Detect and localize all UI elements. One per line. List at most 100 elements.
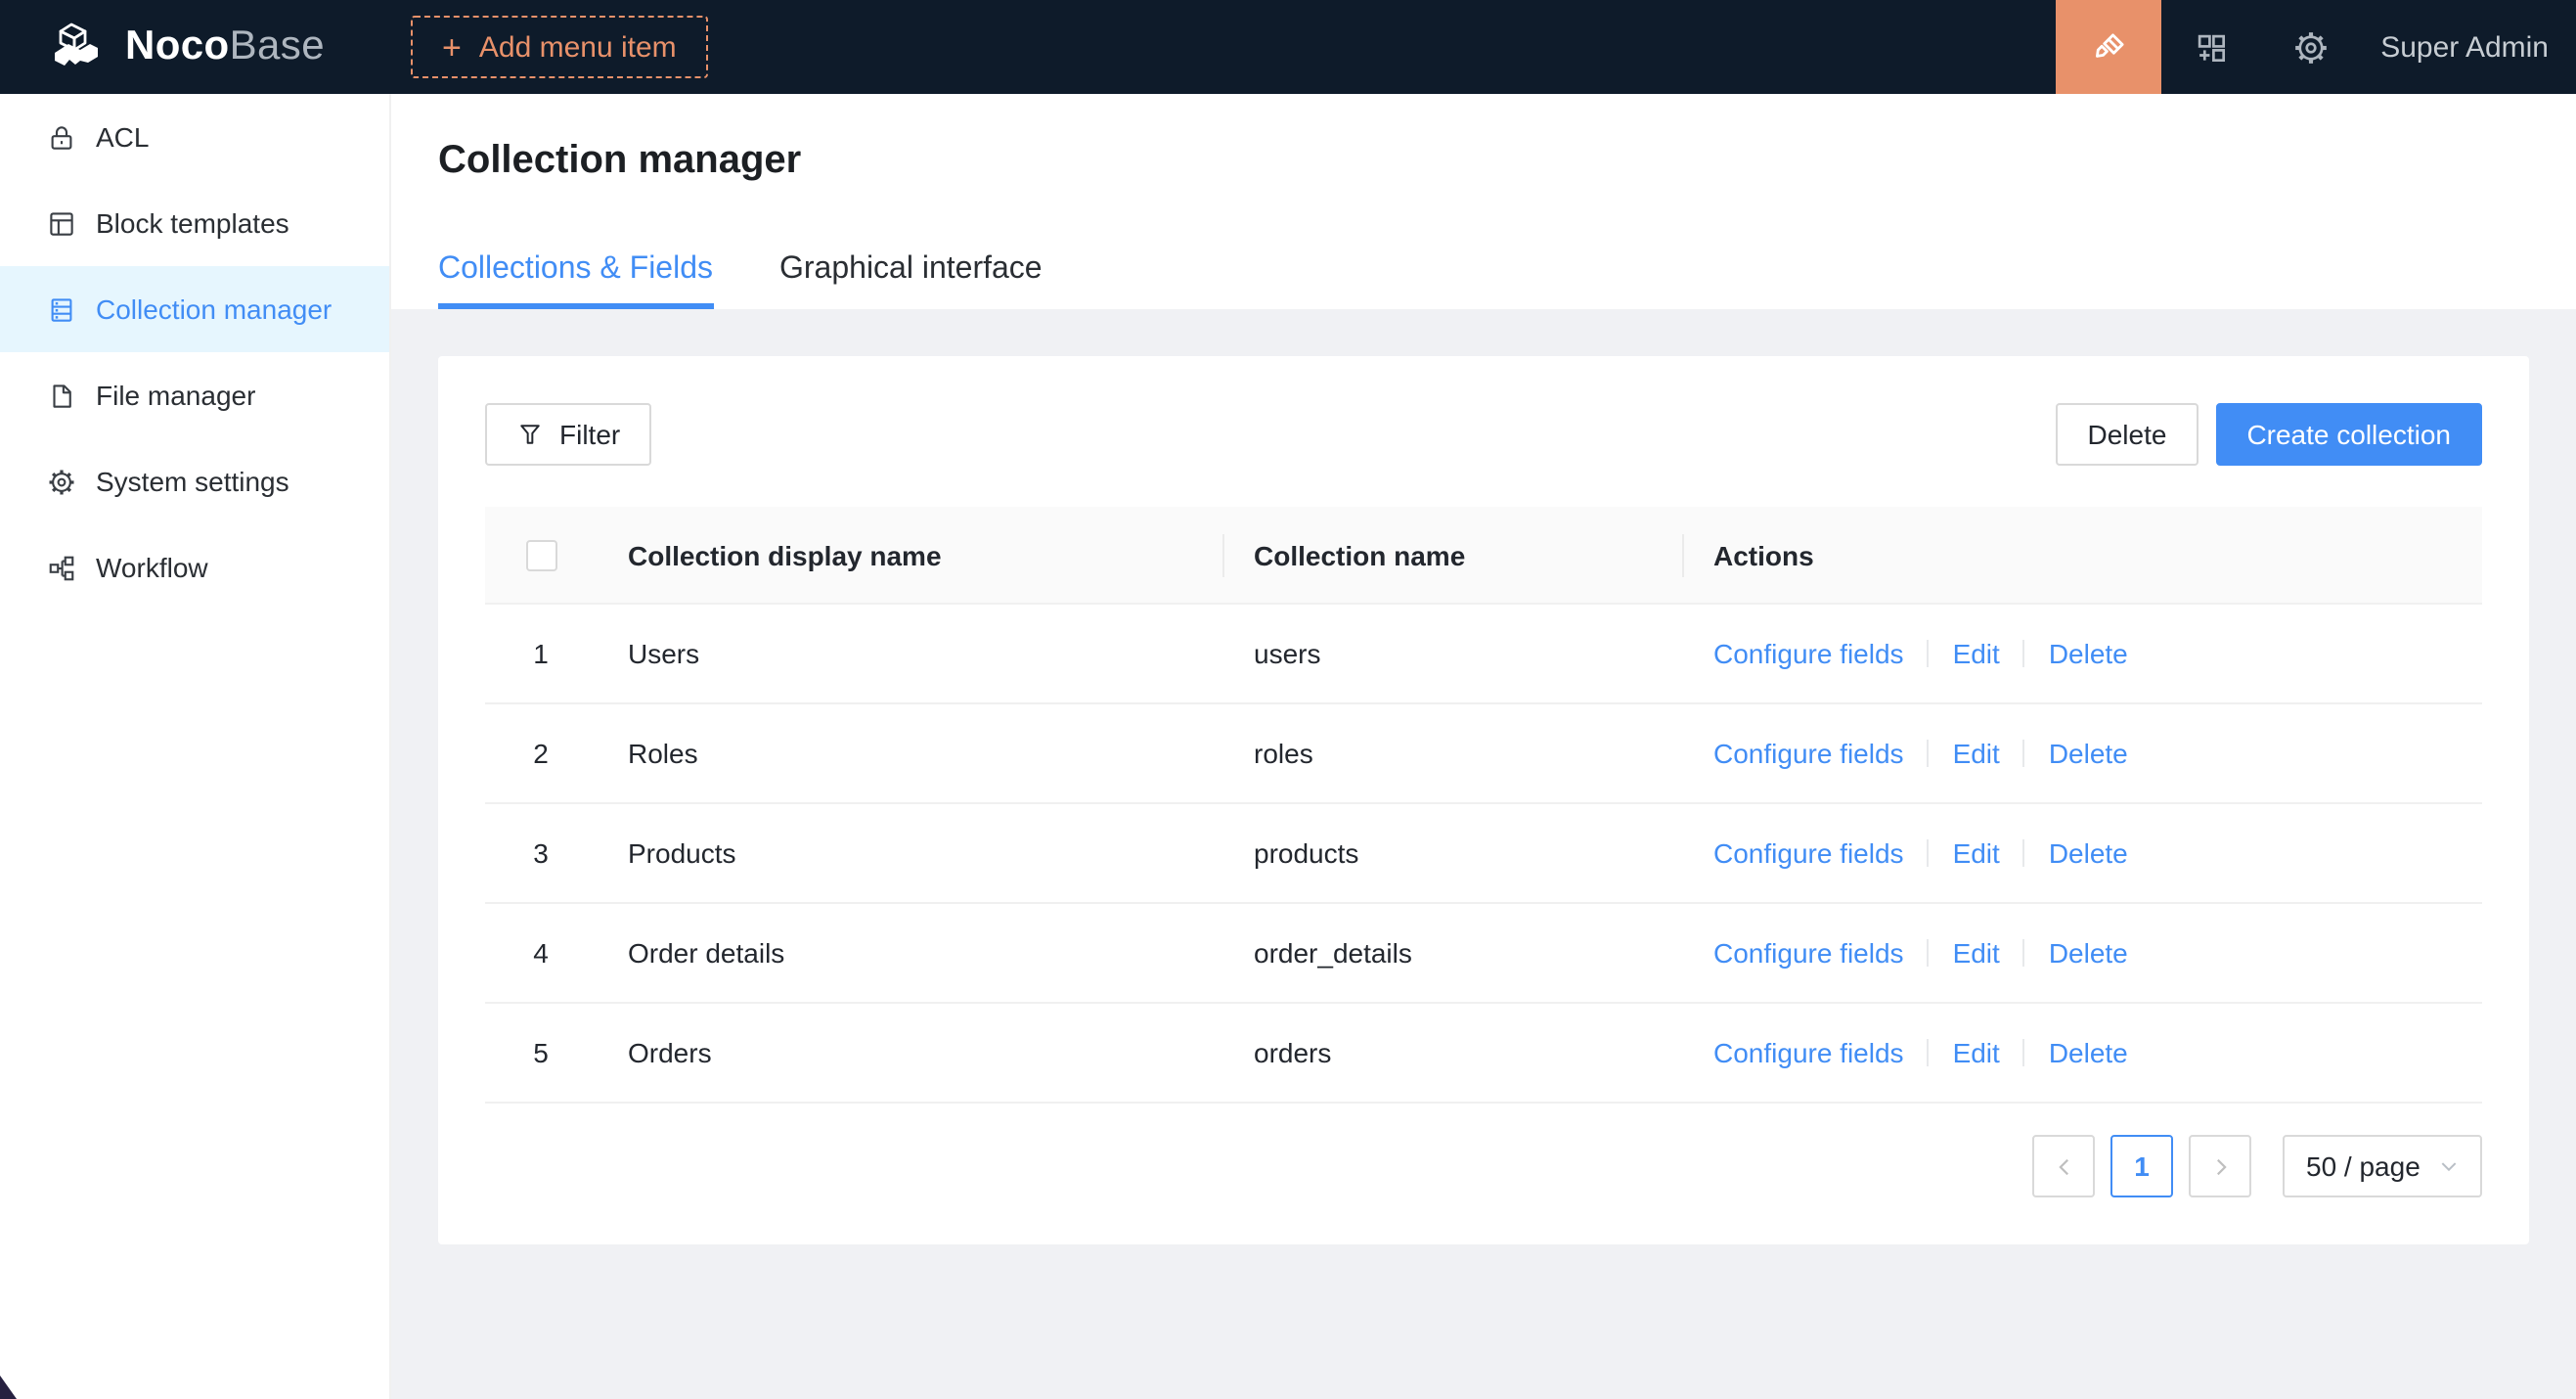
column-header-actions: Actions xyxy=(1682,507,2482,605)
cell-name: products xyxy=(1222,804,1682,904)
current-user-menu[interactable]: Super Admin xyxy=(2361,30,2576,64)
sidebar-item-file-manager[interactable]: File manager xyxy=(0,352,389,438)
sidebar-item-label: ACL xyxy=(96,121,149,153)
page-header: Collection manager Collections & Fields … xyxy=(391,94,2576,309)
main-area: Collection manager Collections & Fields … xyxy=(391,94,2576,1399)
tab-collections-and-fields[interactable]: Collections & Fields xyxy=(438,252,713,309)
page-size-select[interactable]: 50 / page xyxy=(2283,1136,2482,1198)
add-menu-item-label: Add menu item xyxy=(479,30,677,64)
plugin-manager-button[interactable] xyxy=(2161,0,2261,94)
delete-link[interactable]: Delete xyxy=(2049,938,2128,970)
collections-table: Collection display name Collection name … xyxy=(485,507,2482,1105)
table-row: 4 Order details order_details Configure … xyxy=(485,904,2482,1004)
logo-text-secondary: Base xyxy=(230,23,325,68)
bulk-delete-button[interactable]: Delete xyxy=(2057,403,2198,466)
action-divider xyxy=(1928,1040,1930,1067)
delete-link[interactable]: Delete xyxy=(2049,838,2128,870)
sidebar-item-system-settings[interactable]: System settings xyxy=(0,438,389,524)
configure-fields-link[interactable]: Configure fields xyxy=(1713,639,1904,670)
pagination-prev-button[interactable] xyxy=(2032,1136,2095,1198)
sidebar-item-block-templates[interactable]: Block templates xyxy=(0,180,389,266)
sidebar: ACL Block templates Collection manager F… xyxy=(0,94,391,1399)
nocobase-cube-icon xyxy=(51,21,110,73)
file-icon xyxy=(47,381,76,410)
lock-icon xyxy=(47,122,76,152)
sidebar-item-workflow[interactable]: Workflow xyxy=(0,524,389,610)
configure-fields-link[interactable]: Configure fields xyxy=(1713,739,1904,770)
add-menu-item-button[interactable]: + Add menu item xyxy=(411,16,708,78)
chevron-down-icon xyxy=(2439,1157,2459,1177)
create-collection-button[interactable]: Create collection xyxy=(2215,403,2482,466)
row-actions: Configure fields Edit Delete xyxy=(1713,639,2451,670)
pagination-next-button[interactable] xyxy=(2189,1136,2251,1198)
sidebar-item-label: System settings xyxy=(96,466,289,497)
edit-link[interactable]: Edit xyxy=(1953,639,2000,670)
configure-fields-link[interactable]: Configure fields xyxy=(1713,838,1904,870)
content-area: Filter Delete Create collection Coll xyxy=(391,309,2576,1399)
cell-display-name: Orders xyxy=(597,1004,1222,1104)
toolbar-right: Delete Create collection xyxy=(2057,403,2483,466)
action-divider xyxy=(2023,641,2025,668)
tab-bar: Collections & Fields Graphical interface xyxy=(438,252,2529,309)
row-actions: Configure fields Edit Delete xyxy=(1713,1038,2451,1069)
select-all-checkbox[interactable] xyxy=(525,541,556,572)
cell-display-name: Order details xyxy=(597,904,1222,1004)
cell-name: users xyxy=(1222,605,1682,704)
table-row: 2 Roles roles Configure fields Edit Dele… xyxy=(485,704,2482,804)
row-index: 4 xyxy=(485,904,597,1004)
action-divider xyxy=(1928,840,1930,868)
edit-link[interactable]: Edit xyxy=(1953,838,2000,870)
action-divider xyxy=(2023,741,2025,768)
funnel-icon xyxy=(516,421,544,448)
ui-editor-toggle-button[interactable] xyxy=(2056,0,2161,94)
action-divider xyxy=(2023,940,2025,968)
sidebar-item-label: Collection manager xyxy=(96,293,332,325)
filter-button-label: Filter xyxy=(559,419,620,450)
bulk-delete-label: Delete xyxy=(2088,419,2167,450)
action-divider xyxy=(2023,1040,2025,1067)
table-row: 3 Products products Configure fields Edi… xyxy=(485,804,2482,904)
column-header-name: Collection name xyxy=(1222,507,1682,605)
configure-fields-link[interactable]: Configure fields xyxy=(1713,1038,1904,1069)
cell-name: order_details xyxy=(1222,904,1682,1004)
appstore-add-icon xyxy=(2193,28,2230,66)
page-size-value: 50 / page xyxy=(2306,1151,2421,1183)
row-actions: Configure fields Edit Delete xyxy=(1713,739,2451,770)
row-actions: Configure fields Edit Delete xyxy=(1713,838,2451,870)
edit-link[interactable]: Edit xyxy=(1953,739,2000,770)
page-title: Collection manager xyxy=(438,94,2529,184)
filter-button[interactable]: Filter xyxy=(485,403,651,466)
action-divider xyxy=(1928,741,1930,768)
row-index: 1 xyxy=(485,605,597,704)
sidebar-item-label: Block templates xyxy=(96,207,289,239)
row-actions: Configure fields Edit Delete xyxy=(1713,938,2451,970)
configure-fields-link[interactable]: Configure fields xyxy=(1713,938,1904,970)
sidebar-item-label: File manager xyxy=(96,380,255,411)
sidebar-item-collection-manager[interactable]: Collection manager xyxy=(0,266,389,352)
cell-display-name: Users xyxy=(597,605,1222,704)
nocobase-logo[interactable]: NocoBase xyxy=(0,21,391,73)
tab-graphical-interface[interactable]: Graphical interface xyxy=(779,252,1043,309)
chevron-right-icon xyxy=(2209,1156,2231,1178)
plus-icon: + xyxy=(442,30,462,64)
pagination-page-1[interactable]: 1 xyxy=(2110,1136,2173,1198)
gear-icon xyxy=(47,467,76,496)
edit-link[interactable]: Edit xyxy=(1953,938,2000,970)
cell-name: roles xyxy=(1222,704,1682,804)
edit-link[interactable]: Edit xyxy=(1953,1038,2000,1069)
pagination: 1 50 / page xyxy=(485,1136,2482,1198)
workflow-icon xyxy=(47,553,76,582)
row-index: 3 xyxy=(485,804,597,904)
chevron-left-icon xyxy=(2053,1156,2074,1178)
gear-icon xyxy=(2292,28,2330,66)
sidebar-item-acl[interactable]: ACL xyxy=(0,94,389,180)
action-divider xyxy=(1928,940,1930,968)
delete-link[interactable]: Delete xyxy=(2049,739,2128,770)
create-collection-label: Create collection xyxy=(2246,419,2451,450)
row-index: 2 xyxy=(485,704,597,804)
delete-link[interactable]: Delete xyxy=(2049,1038,2128,1069)
cell-display-name: Products xyxy=(597,804,1222,904)
delete-link[interactable]: Delete xyxy=(2049,639,2128,670)
table-row: 1 Users users Configure fields Edit Dele… xyxy=(485,605,2482,704)
system-settings-button[interactable] xyxy=(2261,0,2361,94)
